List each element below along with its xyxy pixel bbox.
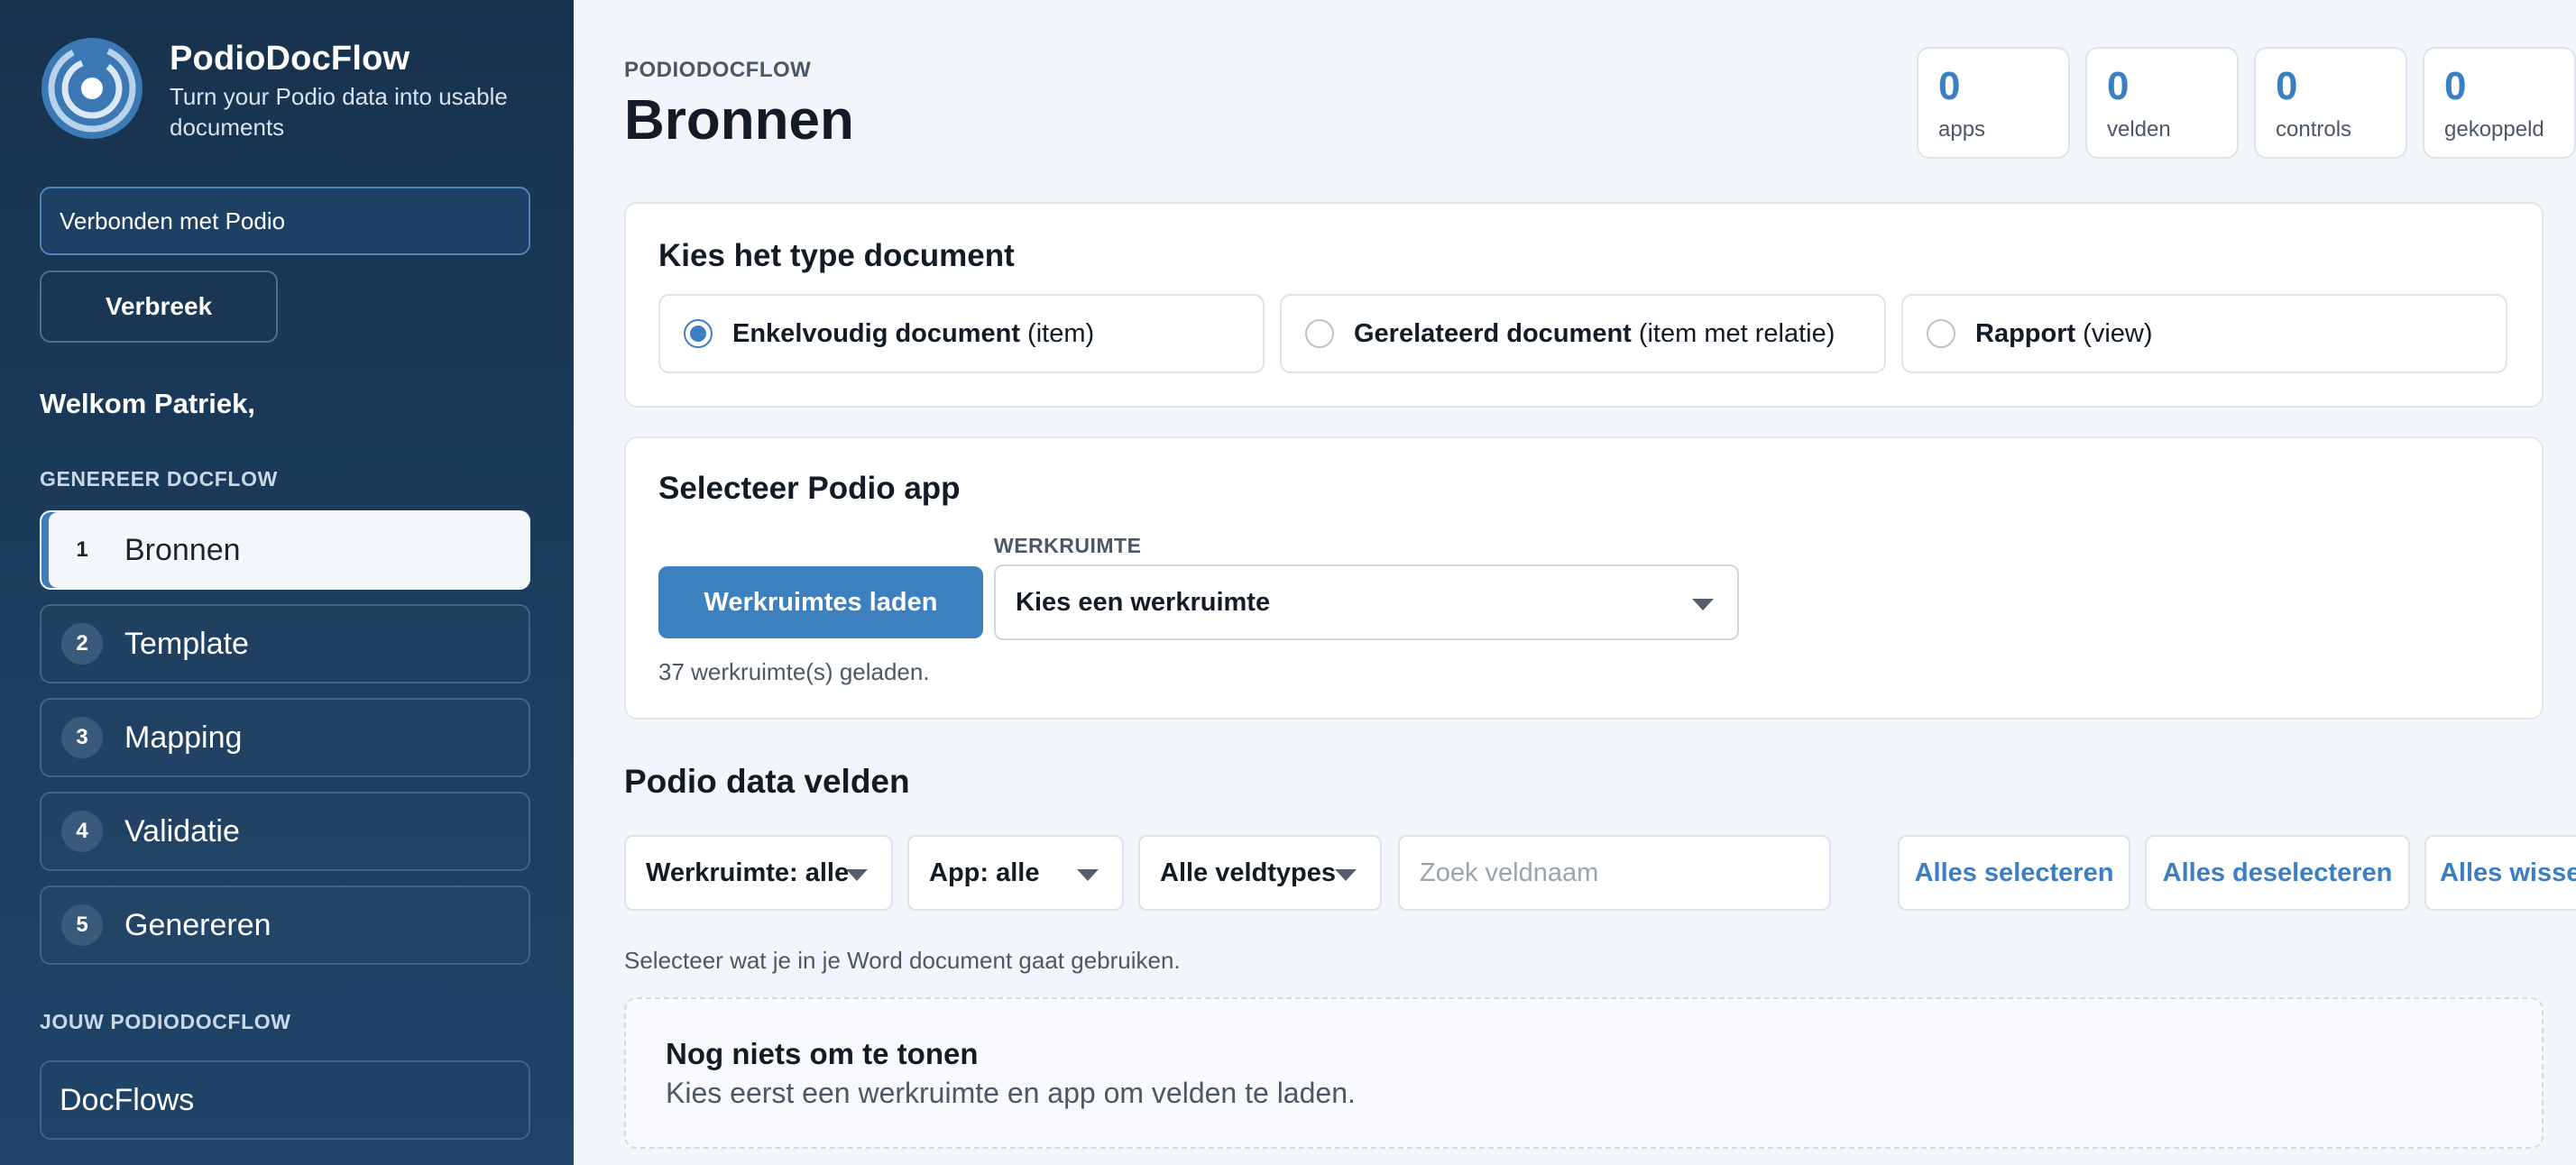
step-number: 4 bbox=[61, 811, 103, 852]
workspace-select-value: Kies een werkruimte bbox=[1016, 588, 1271, 617]
logo-icon bbox=[41, 38, 143, 139]
step-label: Mapping bbox=[124, 720, 243, 755]
option-detail: (item) bbox=[1027, 318, 1095, 348]
fields-hint: Selecteer wat je in je Word document gaa… bbox=[624, 947, 1181, 974]
step-label: Bronnen bbox=[124, 532, 241, 567]
doc-type-option-report[interactable]: Rapport (view) bbox=[1901, 294, 2507, 373]
field-type-filter-value: Alle veldtypes bbox=[1160, 858, 1337, 887]
step-label: Genereren bbox=[124, 907, 271, 942]
chevron-down-icon bbox=[846, 869, 868, 881]
option-title: Gerelateerd document bbox=[1354, 318, 1632, 348]
chevron-down-icon bbox=[1692, 599, 1714, 610]
workspace-label: WERKRUIMTE bbox=[994, 534, 1142, 557]
stat-label: gekoppeld bbox=[2444, 117, 2544, 142]
stat-apps: 0 apps bbox=[1917, 47, 2070, 159]
workspace-select[interactable]: Kies een werkruimte bbox=[994, 564, 1739, 640]
stat-label: velden bbox=[2107, 117, 2171, 142]
app-select-card: Selecteer Podio app WERKRUIMTE Werkruimt… bbox=[624, 436, 2544, 720]
step-template[interactable]: 2 Template bbox=[40, 604, 530, 683]
stat-label: controls bbox=[2276, 117, 2352, 142]
welcome-text: Welkom Patriek, bbox=[40, 388, 255, 419]
workspace-filter-value: Werkruimte: alle bbox=[646, 858, 850, 887]
brand-name: PodioDocFlow bbox=[170, 40, 410, 78]
step-genereren[interactable]: 5 Genereren bbox=[40, 885, 530, 965]
radio-checked-icon[interactable] bbox=[684, 319, 713, 348]
radio-unchecked-icon[interactable] bbox=[1927, 319, 1955, 348]
empty-state-title: Nog niets om te tonen bbox=[666, 1037, 979, 1070]
chevron-down-icon bbox=[1077, 869, 1099, 881]
load-workspaces-button[interactable]: Werkruimtes laden bbox=[658, 566, 983, 638]
option-title: Enkelvoudig document bbox=[732, 318, 1021, 348]
step-validatie[interactable]: 4 Validatie bbox=[40, 792, 530, 871]
fields-title: Podio data velden bbox=[624, 763, 910, 800]
stat-gekoppeld: 0 gekoppeld bbox=[2423, 47, 2576, 159]
stat-label: apps bbox=[1938, 117, 1986, 142]
page-title: Bronnen bbox=[624, 89, 854, 151]
brand: PodioDocFlow Turn your Podio data into u… bbox=[40, 36, 548, 142]
field-search-input[interactable]: Zoek veldnaam bbox=[1398, 835, 1831, 911]
doc-type-options: Enkelvoudig document (item) Gerelateerd … bbox=[658, 294, 2507, 373]
stat-value: 0 bbox=[2276, 64, 2298, 108]
doc-type-title: Kies het type document bbox=[658, 238, 1015, 273]
empty-state-message: Kies eerst een werkruimte en app om veld… bbox=[666, 1077, 1356, 1109]
app-select-title: Selecteer Podio app bbox=[658, 471, 961, 506]
step-number: 2 bbox=[61, 623, 103, 665]
stat-value: 0 bbox=[2444, 64, 2467, 108]
workspaces-loaded-note: 37 werkruimte(s) geladen. bbox=[658, 658, 930, 685]
page-eyebrow: PODIODOCFLOW bbox=[624, 58, 812, 82]
radio-unchecked-icon[interactable] bbox=[1305, 319, 1334, 348]
doc-type-option-related[interactable]: Gerelateerd document (item met relatie) bbox=[1280, 294, 1886, 373]
sidebar: PodioDocFlow Turn your Podio data into u… bbox=[0, 0, 574, 1165]
clear-all-button[interactable]: Alles wissen bbox=[2424, 835, 2576, 911]
select-all-button[interactable]: Alles selecteren bbox=[1898, 835, 2130, 911]
stat-controls: 0 controls bbox=[2254, 47, 2407, 159]
deselect-all-button[interactable]: Alles deselecteren bbox=[2145, 835, 2410, 911]
step-number: 5 bbox=[61, 904, 103, 946]
empty-state: Nog niets om te tonen Kies eerst een wer… bbox=[624, 997, 2544, 1149]
stat-value: 0 bbox=[1938, 64, 1961, 108]
docflows-link[interactable]: DocFlows bbox=[40, 1060, 530, 1140]
option-title: Rapport bbox=[1975, 318, 2076, 348]
stat-velden: 0 velden bbox=[2085, 47, 2239, 159]
brand-tagline: Turn your Podio data into usable documen… bbox=[170, 83, 508, 141]
field-type-filter-select[interactable]: Alle veldtypes bbox=[1138, 835, 1382, 911]
step-number: 3 bbox=[61, 717, 103, 758]
option-detail: (item met relatie) bbox=[1638, 318, 1835, 348]
step-number: 1 bbox=[76, 537, 88, 562]
stat-value: 0 bbox=[2107, 64, 2130, 108]
doc-type-card: Kies het type document Enkelvoudig docum… bbox=[624, 202, 2544, 408]
step-nav: 1 Bronnen 2 Template 3 Mapping 4 Validat… bbox=[40, 510, 530, 979]
connection-status: Verbonden met Podio bbox=[40, 187, 530, 255]
app-filter-select[interactable]: App: alle bbox=[907, 835, 1124, 911]
yours-section-label: JOUW PODIODOCFLOW bbox=[40, 1010, 291, 1033]
stats-bar: 0 apps 0 velden 0 controls 0 gekoppeld bbox=[1901, 47, 2576, 159]
workspace-filter-select[interactable]: Werkruimte: alle bbox=[624, 835, 893, 911]
main-content: PODIODOCFLOW Bronnen 0 apps 0 velden 0 c… bbox=[574, 0, 2576, 1165]
step-label: Template bbox=[124, 626, 249, 661]
step-bronnen[interactable]: 1 Bronnen bbox=[40, 510, 530, 590]
doc-type-option-single[interactable]: Enkelvoudig document (item) bbox=[658, 294, 1265, 373]
step-label: Validatie bbox=[124, 813, 240, 849]
app-filter-value: App: alle bbox=[929, 858, 1040, 887]
disconnect-button[interactable]: Verbreek bbox=[40, 271, 278, 343]
chevron-down-icon bbox=[1335, 869, 1357, 881]
option-detail: (view) bbox=[2083, 318, 2153, 348]
step-mapping[interactable]: 3 Mapping bbox=[40, 698, 530, 777]
generate-section-label: GENEREER DOCFLOW bbox=[40, 467, 278, 491]
